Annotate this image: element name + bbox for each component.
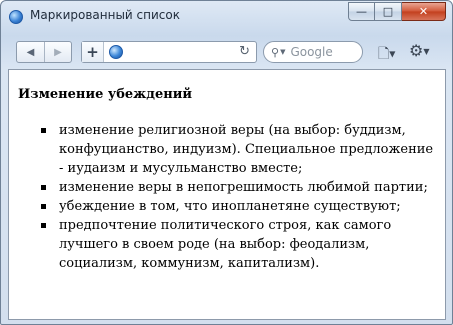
page-content: Изменение убеждений изменение религиозно… <box>8 69 446 320</box>
search-field[interactable]: ⚲ ▼ Google <box>263 41 363 63</box>
navigation-buttons: ◀ ▶ <box>16 41 72 63</box>
back-button[interactable]: ◀ <box>17 42 44 62</box>
page-heading: Изменение убеждений <box>18 87 193 102</box>
maximize-button[interactable]: □ <box>375 2 402 21</box>
search-placeholder: Google <box>290 45 333 59</box>
bulleted-list: изменение религиозной веры (на выбор: бу… <box>41 121 436 273</box>
forward-button[interactable]: ▶ <box>44 42 71 62</box>
address-bar[interactable]: + ↻ <box>81 41 257 63</box>
window-controls: — □ ✕ <box>348 2 446 22</box>
page-menu-button[interactable]: 🗋▼ <box>378 43 395 67</box>
add-bookmark-button[interactable]: + <box>82 42 104 62</box>
browser-app-icon <box>9 10 23 24</box>
globe-icon <box>109 45 123 59</box>
list-item: изменение религиозной веры (на выбор: бу… <box>41 121 436 178</box>
search-engine-dropdown-icon[interactable]: ▼ <box>280 48 285 56</box>
page-icon: 🗋 <box>378 46 390 62</box>
reload-icon[interactable]: ↻ <box>239 44 250 59</box>
settings-menu-button[interactable]: ⚙▼ <box>409 41 430 60</box>
list-item: убеждение в том, что инопланетяне сущест… <box>41 197 436 216</box>
search-icon[interactable]: ⚲ <box>271 46 279 59</box>
close-button[interactable]: ✕ <box>402 2 446 21</box>
browser-window: Маркированный список — □ ✕ ◀ ▶ + ↻ ⚲ ▼ G… <box>0 0 453 325</box>
chevron-down-icon: ▼ <box>423 47 430 56</box>
browser-toolbar: ◀ ▶ + ↻ ⚲ ▼ Google 🗋▼ ⚙▼ <box>1 31 452 69</box>
chevron-down-icon: ▼ <box>389 49 396 59</box>
title-bar: Маркированный список — □ ✕ <box>1 1 452 31</box>
list-item: предпочтение политического строя, как са… <box>41 216 436 273</box>
list-item: изменение веры в непогрешимость любимой … <box>41 178 436 197</box>
window-title: Маркированный список <box>30 8 180 22</box>
minimize-button[interactable]: — <box>348 2 375 21</box>
gear-icon: ⚙ <box>409 41 424 60</box>
